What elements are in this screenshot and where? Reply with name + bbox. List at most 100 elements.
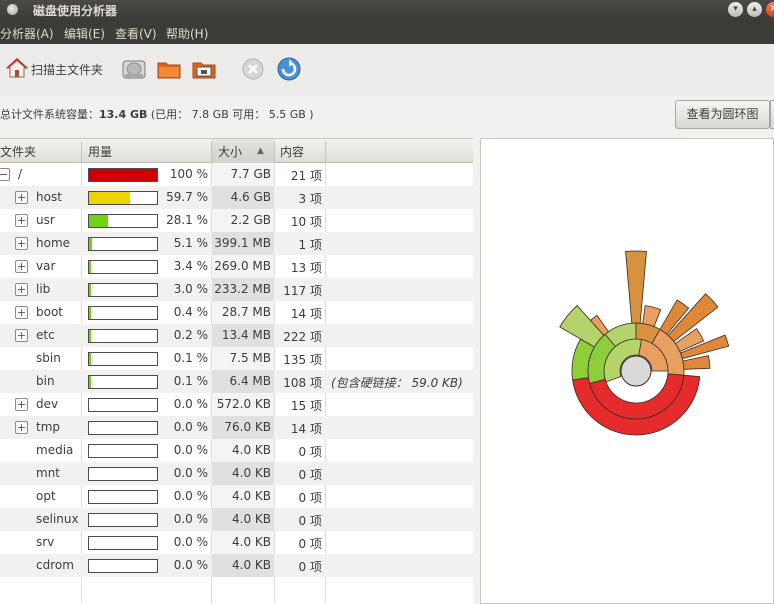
scan-home-button[interactable]: 扫描主文件夹	[4, 56, 116, 82]
table-row[interactable]: bin 0.1 % 6.4 MB 108 项 (包含硬链接： 59.0 KB)	[0, 370, 473, 393]
folder-size: 2.2 GB	[230, 213, 271, 227]
usage-bar	[88, 513, 158, 527]
usage-percent: 0.0 %	[173, 535, 208, 549]
usage-bar-fill	[89, 330, 91, 342]
menu-analyzer[interactable]: 分析器(A)	[0, 25, 54, 42]
item-count: 0 项	[298, 491, 322, 505]
table-row[interactable]: + host 59.7 % 4.6 GB 3 项	[0, 186, 473, 209]
expand-icon[interactable]: +	[15, 329, 28, 342]
usage-bar-fill	[89, 307, 91, 319]
folder-size: 233.2 MB	[214, 282, 271, 296]
close-button[interactable]: ✕	[766, 2, 774, 17]
item-count: 0 项	[298, 445, 322, 459]
item-count: 14 项	[290, 422, 322, 436]
expand-icon[interactable]: +	[15, 421, 28, 434]
remote-folder-icon	[192, 62, 216, 79]
minimize-button[interactable]: ▾	[728, 2, 743, 17]
folder-name: cdrom	[36, 558, 74, 572]
table-row[interactable]: + lib 3.0 % 233.2 MB 117 项	[0, 278, 473, 301]
expand-icon[interactable]: +	[15, 306, 28, 319]
table-row[interactable]: + boot 0.4 % 28.7 MB 14 项	[0, 301, 473, 324]
header-size[interactable]: 大小	[218, 143, 242, 160]
menu-help[interactable]: 帮助(H)	[166, 25, 208, 42]
item-count: 15 项	[290, 399, 322, 413]
folder-size: 6.4 MB	[229, 374, 271, 388]
item-count: 13 项	[290, 261, 322, 275]
ring-chart[interactable]	[481, 139, 774, 604]
folder-name: sbin	[36, 351, 61, 365]
table-row[interactable]: media 0.0 % 4.0 KB 0 项	[0, 439, 473, 462]
table-row[interactable]: opt 0.0 % 4.0 KB 0 项	[0, 485, 473, 508]
item-count: 10 项	[290, 215, 322, 229]
usage-bar	[88, 260, 158, 274]
expand-icon[interactable]: +	[15, 398, 28, 411]
ring-segment[interactable]	[642, 305, 662, 328]
window-menu-icon[interactable]	[7, 4, 18, 15]
usage-bar-fill	[89, 192, 130, 204]
folder-name: lib	[36, 282, 51, 296]
maximize-button[interactable]: ▴	[747, 2, 762, 17]
table-row[interactable]: + var 3.4 % 269.0 MB 13 项	[0, 255, 473, 278]
refresh-button[interactable]	[277, 56, 301, 82]
table-row[interactable]: + dev 0.0 % 572.0 KB 15 项	[0, 393, 473, 416]
table-row[interactable]: srv 0.0 % 4.0 KB 0 项	[0, 531, 473, 554]
table-row[interactable]: mnt 0.0 % 4.0 KB 0 项	[0, 462, 473, 485]
menu-edit[interactable]: 编辑(E)	[64, 25, 105, 42]
refresh-icon	[277, 57, 301, 81]
item-count: 0 项	[298, 537, 322, 551]
folder-size: 7.5 MB	[229, 351, 271, 365]
stop-button[interactable]	[242, 56, 264, 82]
header-items[interactable]: 内容	[280, 143, 304, 160]
usage-percent: 0.0 %	[173, 397, 208, 411]
usage-bar-fill	[89, 238, 92, 250]
expand-icon[interactable]: +	[15, 191, 28, 204]
item-count: 222 项	[283, 330, 322, 344]
header-folder[interactable]: 文件夹	[0, 143, 36, 160]
usage-bar	[88, 490, 158, 504]
table-row[interactable]: selinux 0.0 % 4.0 KB 0 项	[0, 508, 473, 531]
folder-size: 28.7 MB	[221, 305, 271, 319]
folder-size: 4.0 KB	[232, 443, 271, 457]
usage-bar	[88, 536, 158, 550]
usage-bar-fill	[89, 261, 91, 273]
folder-size: 76.0 KB	[224, 420, 271, 434]
home-icon	[6, 58, 28, 78]
expand-icon[interactable]: +	[15, 214, 28, 227]
usage-percent: 0.1 %	[173, 374, 208, 388]
table-header: 文件夹 用量 大小 ▲ 内容	[0, 139, 473, 163]
table-row[interactable]: + etc 0.2 % 13.4 MB 222 项	[0, 324, 473, 347]
menu-view[interactable]: 查看(V)	[115, 25, 157, 42]
table-row[interactable]: + usr 28.1 % 2.2 GB 10 项	[0, 209, 473, 232]
scan-remote-folder-button[interactable]	[191, 56, 217, 82]
header-usage[interactable]: 用量	[88, 143, 112, 160]
usage-bar	[88, 352, 158, 366]
usage-percent: 0.0 %	[173, 489, 208, 503]
view-as-treemap-button[interactable]	[770, 100, 774, 129]
ring-center[interactable]	[620, 355, 652, 387]
table-row[interactable]: −/ 100 % 7.7 GB 21 项	[0, 163, 473, 186]
folder-name: dev	[36, 397, 59, 411]
expand-icon[interactable]: +	[15, 237, 28, 250]
usage-percent: 0.0 %	[173, 420, 208, 434]
table-row[interactable]: cdrom 0.0 % 4.0 KB 0 项	[0, 554, 473, 577]
table-row[interactable]: + tmp 0.0 % 76.0 KB 14 项	[0, 416, 473, 439]
scan-filesystem-button[interactable]	[121, 56, 147, 82]
item-count: 0 项	[298, 560, 322, 574]
title-bar: 磁盘使用分析器 ▾ ▴ ✕	[0, 0, 774, 20]
item-count: 108 项	[283, 376, 322, 390]
folder-name: etc	[36, 328, 55, 342]
collapse-icon[interactable]: −	[0, 168, 10, 181]
usage-percent: 0.0 %	[173, 443, 208, 457]
folder-name: media	[36, 443, 74, 457]
scan-folder-button[interactable]	[156, 56, 182, 82]
expand-icon[interactable]: +	[15, 283, 28, 296]
table-row[interactable]: sbin 0.1 % 7.5 MB 135 项	[0, 347, 473, 370]
view-as-ring-button[interactable]: 查看为圆环图	[675, 100, 770, 129]
folder-size: 4.0 KB	[232, 535, 271, 549]
item-count: 117 项	[283, 284, 322, 298]
ring-segment[interactable]	[625, 250, 647, 324]
usage-bar	[88, 283, 158, 297]
expand-icon[interactable]: +	[15, 260, 28, 273]
usage-percent: 0.0 %	[173, 558, 208, 572]
table-row[interactable]: + home 5.1 % 399.1 MB 1 项	[0, 232, 473, 255]
